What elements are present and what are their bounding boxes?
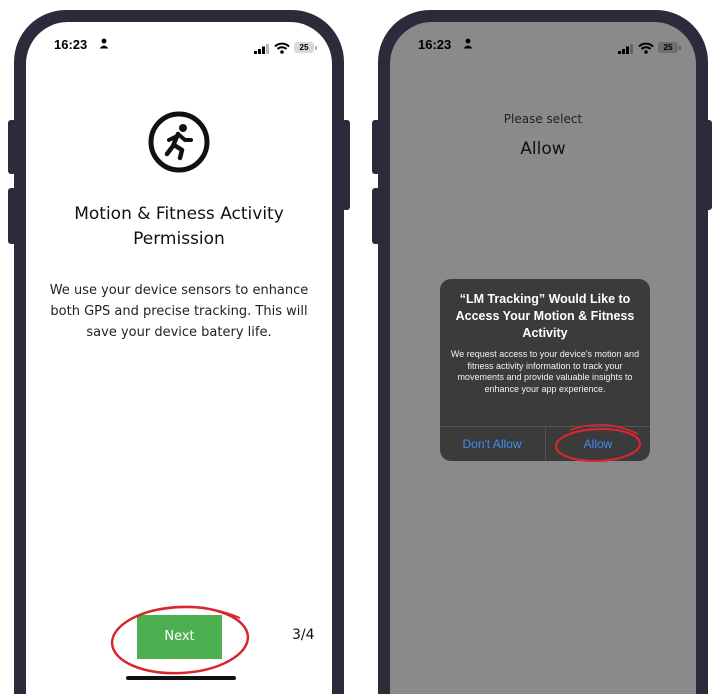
- battery-tip: [315, 46, 317, 50]
- allow-button[interactable]: Allow: [546, 427, 650, 461]
- next-button[interactable]: Next: [137, 615, 222, 659]
- page-indicator: 3/4: [292, 627, 315, 643]
- running-person-icon: [148, 111, 210, 173]
- select-hint: Please select: [503, 112, 583, 126]
- phone-frame-left: 16:23 25 Motion & Fitness Activity Permi…: [14, 10, 344, 694]
- side-button-right-2: [372, 188, 380, 244]
- permission-dialog-screen: 16:23 25 Please select Allow “LM Trackin…: [390, 22, 696, 694]
- battery-tip: [679, 46, 681, 50]
- phone-frame-right: 16:23 25 Please select Allow “LM Trackin…: [378, 10, 708, 694]
- person-icon: [463, 38, 473, 49]
- status-bar: 16:23 25: [26, 22, 332, 62]
- page-title: Motion & Fitness Activity Permission: [74, 204, 284, 249]
- side-button-left-3: [342, 120, 350, 210]
- home-indicator[interactable]: [126, 676, 236, 680]
- battery-icon: 25: [294, 42, 314, 53]
- side-button-left-1: [8, 120, 16, 174]
- alert-message: We request access to your device's motio…: [450, 349, 640, 394]
- status-bar: 16:23 25: [390, 22, 696, 62]
- cellular-signal-icon: [618, 44, 633, 54]
- side-button-right-3: [704, 120, 712, 210]
- select-hint-value: Allow: [520, 139, 566, 159]
- permission-screen: 16:23 25 Motion & Fitness Activity Permi…: [26, 22, 332, 694]
- wifi-icon: [638, 42, 654, 54]
- person-icon: [99, 38, 109, 49]
- battery-icon: 25: [658, 42, 678, 53]
- dont-allow-button[interactable]: Don't Allow: [440, 427, 544, 461]
- permission-description: We use your device sensors to enhance bo…: [49, 283, 309, 340]
- permission-alert: “LM Tracking” Would Like to Access Your …: [440, 279, 650, 461]
- side-button-left-2: [8, 188, 16, 244]
- cellular-signal-icon: [254, 44, 269, 54]
- alert-title: “LM Tracking” Would Like to Access Your …: [455, 292, 635, 340]
- side-button-right-1: [372, 120, 380, 174]
- wifi-icon: [274, 42, 290, 54]
- status-time: 16:23: [54, 37, 88, 52]
- status-time: 16:23: [418, 37, 452, 52]
